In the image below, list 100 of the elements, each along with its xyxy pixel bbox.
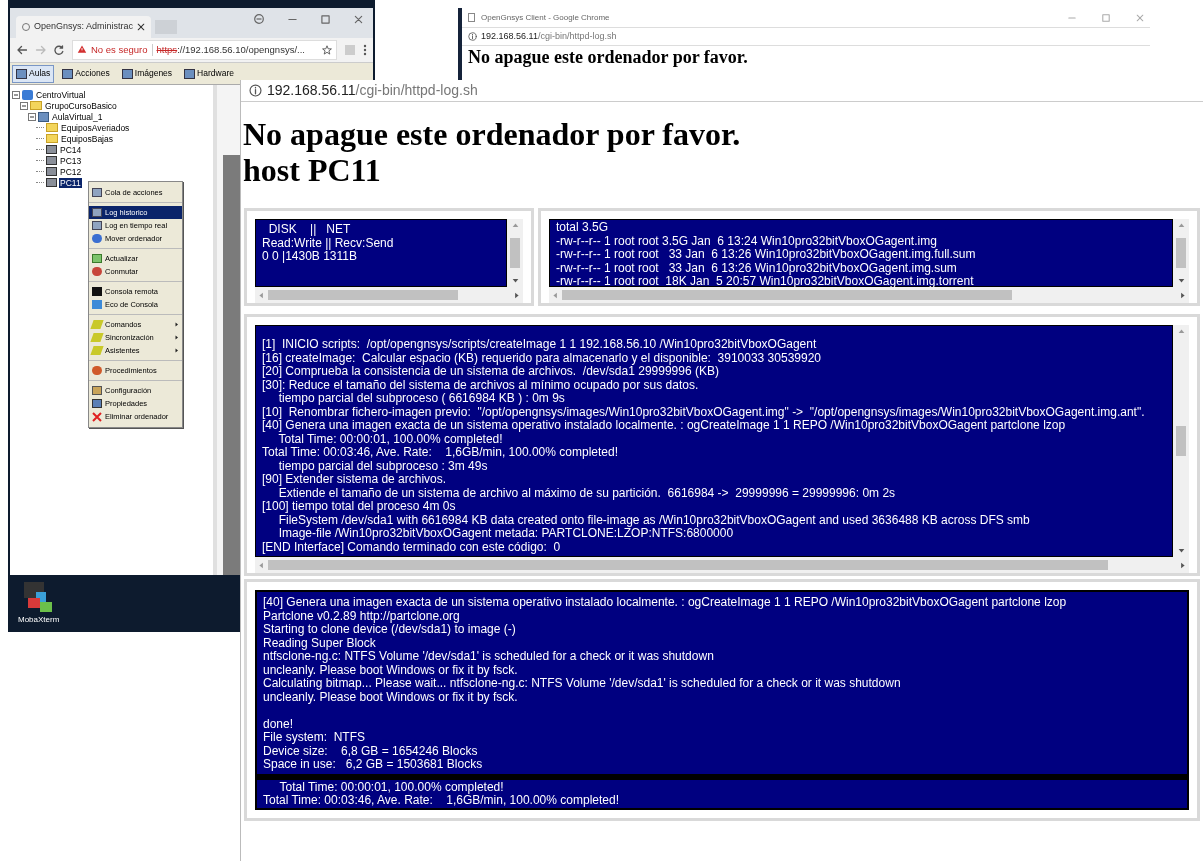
scroll-up-icon[interactable] <box>511 222 519 229</box>
tree-item[interactable]: EquiposAveriados <box>60 122 131 133</box>
menu-icon[interactable] <box>363 43 367 56</box>
computer-icon <box>46 178 57 187</box>
tree-item[interactable]: GrupoCursoBasico <box>44 100 118 111</box>
console-line: [100] tiempo total del proceso 4m 0s <box>262 500 457 514</box>
scroll-down-icon[interactable] <box>511 277 519 284</box>
folder-icon <box>46 134 58 143</box>
console-line: 0 0 |1430B 1311B <box>262 250 358 264</box>
page-heading: host PC11 <box>243 152 382 188</box>
back-icon[interactable] <box>16 44 27 55</box>
console-line: -rw-r--r-- 1 root root 33 Jan 6 13:26 Win10pro32bitVboxOGagent.img.sum <box>556 261 957 275</box>
delete-icon <box>92 411 102 422</box>
console-line: [20] Comprueba la consistencia de un sistema de archivos. /dev/sda1 29999996 (KB) <box>262 365 720 379</box>
tree-item[interactable]: EquiposBajas <box>60 133 114 144</box>
scrollbar-thumb[interactable] <box>1176 426 1186 456</box>
console-line: ntfsclone-ng.c: NTFS Volume '/dev/sda1' is scheduled for a check or it was shutdown <box>263 650 715 664</box>
scroll-left-icon[interactable] <box>552 291 559 299</box>
scrollbar-thumb[interactable] <box>1176 238 1186 268</box>
scroll-down-icon[interactable] <box>1177 277 1185 284</box>
url-text: https://192.168.56.10/opengnsys/... <box>156 42 305 57</box>
console-line: tiempo parcial del subproceso : 3m 49s <box>277 459 489 473</box>
url-text: 192.168.56.11/cgi-bin/httpd-log.sh <box>481 29 617 43</box>
scroll-right-icon[interactable] <box>513 291 520 299</box>
collapse-toggle-icon[interactable] <box>28 112 36 121</box>
network-icon <box>22 89 33 100</box>
console-line: -rw-r--r-- 1 root root 33 Jan 6 13:26 Win10pro32bitVboxOGagent.img.full.sum <box>556 248 977 262</box>
browser-tab[interactable]: OpenGnsys: Administrac <box>16 15 151 38</box>
toolbar-icon <box>121 68 133 79</box>
console-line: [END Interface] Comando terminado con este código: 0 <box>262 540 562 554</box>
toolbar-button[interactable]: Acciones <box>58 64 114 83</box>
desktop-icon-label[interactable]: MobaXterm <box>18 614 60 626</box>
console-line: DISK || NET <box>267 223 352 237</box>
reload-icon[interactable] <box>54 44 64 55</box>
collapse-toggle-icon[interactable] <box>12 90 20 99</box>
console-line: Reading Super Block <box>263 636 377 650</box>
star-icon[interactable] <box>322 44 332 55</box>
scrollbar-thumb[interactable] <box>510 238 520 268</box>
scroll-down-icon[interactable] <box>1177 547 1185 554</box>
forward-icon[interactable] <box>35 44 46 55</box>
close-icon[interactable] <box>354 14 363 24</box>
info-icon <box>468 32 477 41</box>
scroll-left-icon[interactable] <box>258 291 265 299</box>
vertical-scrollbar[interactable] <box>1173 325 1189 557</box>
console-line: Total Time: 00:03:46, Ave. Rate: 1,6GB/min, 100.00% completed! <box>262 446 619 460</box>
console-line: [16] createImage: Calcular espacio (KB) requerido para almacenarlo y el disponible: 3910033 30539920 <box>262 351 822 365</box>
maximize-icon[interactable] <box>321 14 330 24</box>
info-icon <box>249 84 262 97</box>
console-line: -rw-r--r-- 1 root root 18K Jan 5 20:57 Win10pro32bitVboxOGagent.img.torrent <box>556 275 975 289</box>
console-line: Read:Write || Recv:Send <box>262 236 395 250</box>
console-line: [90] Extender sistema de archivos. <box>262 473 448 487</box>
page-heading: No apague este ordenador por favor. <box>467 46 749 68</box>
console-line: tiempo parcial del subproceso ( 6616984 KB ) : 0m 9s <box>278 392 566 406</box>
horizontal-scrollbar[interactable] <box>549 287 1189 303</box>
page-icon <box>468 13 475 22</box>
computer-icon <box>46 156 57 165</box>
horizontal-scrollbar[interactable] <box>255 557 1189 573</box>
folder-icon <box>46 123 58 132</box>
toolbar-icon <box>62 68 74 79</box>
toolbar-icon <box>184 68 196 79</box>
scroll-up-icon[interactable] <box>1177 222 1185 229</box>
console-line: Device size: 6,8 GB = 1654246 Blocks <box>263 744 479 758</box>
vertical-scrollbar[interactable] <box>507 219 523 287</box>
console-line: -rw-r--r-- 1 root root 3.5G Jan 6 13:24 Win10pro32bitVboxOGagent.img <box>556 234 938 248</box>
close-icon[interactable] <box>1136 13 1144 22</box>
tree-item[interactable]: PC11 <box>59 177 82 188</box>
toolbar-button[interactable]: Hardware <box>180 64 238 83</box>
tree-item[interactable]: CentroVirtual <box>35 89 87 100</box>
close-tab-icon[interactable] <box>137 22 145 31</box>
toolbar-icon <box>16 68 27 79</box>
tree-item[interactable]: PC12 <box>59 166 83 177</box>
toolbar-button[interactable]: Imágenes <box>117 64 177 83</box>
scrollbar-thumb[interactable] <box>268 290 458 300</box>
scroll-right-icon[interactable] <box>1179 561 1186 569</box>
horizontal-scrollbar[interactable] <box>255 287 523 303</box>
console-line: Calculating bitmap... Please wait... ntfsclone-ng.c: NTFS Volume '/dev/sda1' is scheduled for a check or it was shutdown <box>263 677 902 691</box>
console-line: Space in use: 6,2 GB = 1503681 Blocks <box>263 758 484 772</box>
tree-item[interactable]: PC14 <box>59 144 83 155</box>
tab-title: OpenGnsys: Administrac <box>33 19 133 33</box>
console-line: [10] Renombrar fichero-imagen previo: "/opt/opengnsys/images/Win10pro32bitVboxOGagent.img" -> "/opt/opengnsys/images/Win10pro32bitVboxOGagent.img.ant". <box>262 405 1146 419</box>
console-line: Total Time: 00:03:46, Ave. Rate: 1,6GB/min, 100.00% completed! <box>263 794 620 808</box>
scrollbar-thumb[interactable] <box>268 560 1108 570</box>
scroll-up-icon[interactable] <box>1177 328 1185 335</box>
profile-icon[interactable] <box>254 14 264 24</box>
computer-icon <box>46 167 57 176</box>
console-line: FileSystem /dev/sda1 with 6616984 KB data created onto file-image as /Win10pro32bitVboxOGagent and used 3636488 KB across DFS smb <box>278 513 1031 527</box>
tree-item[interactable]: PC13 <box>59 155 83 166</box>
scroll-left-icon[interactable] <box>258 561 265 569</box>
maximize-icon[interactable] <box>1102 13 1110 22</box>
collapse-toggle-icon[interactable] <box>20 101 28 110</box>
console-line: [40] Genera una imagen exacta de un sistema operativo instalado localmente. : ogCreateImage 1 1 REPO /Win10pro32bitVboxOGagent partclone lzop <box>263 596 1068 610</box>
address-bar[interactable]: No es seguro https://192.168.56.10/opengnsys/... <box>72 39 337 60</box>
tree-item[interactable]: AulaVirtual_1 <box>51 111 104 122</box>
scroll-right-icon[interactable] <box>1179 291 1186 299</box>
console-icon <box>92 287 102 296</box>
extension-icon[interactable] <box>345 44 355 55</box>
scrollbar-thumb[interactable] <box>562 290 1012 300</box>
console-line: Starting to clone device (/dev/sda1) to image (-) <box>263 623 517 637</box>
toolbar-button[interactable]: Aulas <box>12 64 55 83</box>
vertical-scrollbar[interactable] <box>1173 219 1189 287</box>
